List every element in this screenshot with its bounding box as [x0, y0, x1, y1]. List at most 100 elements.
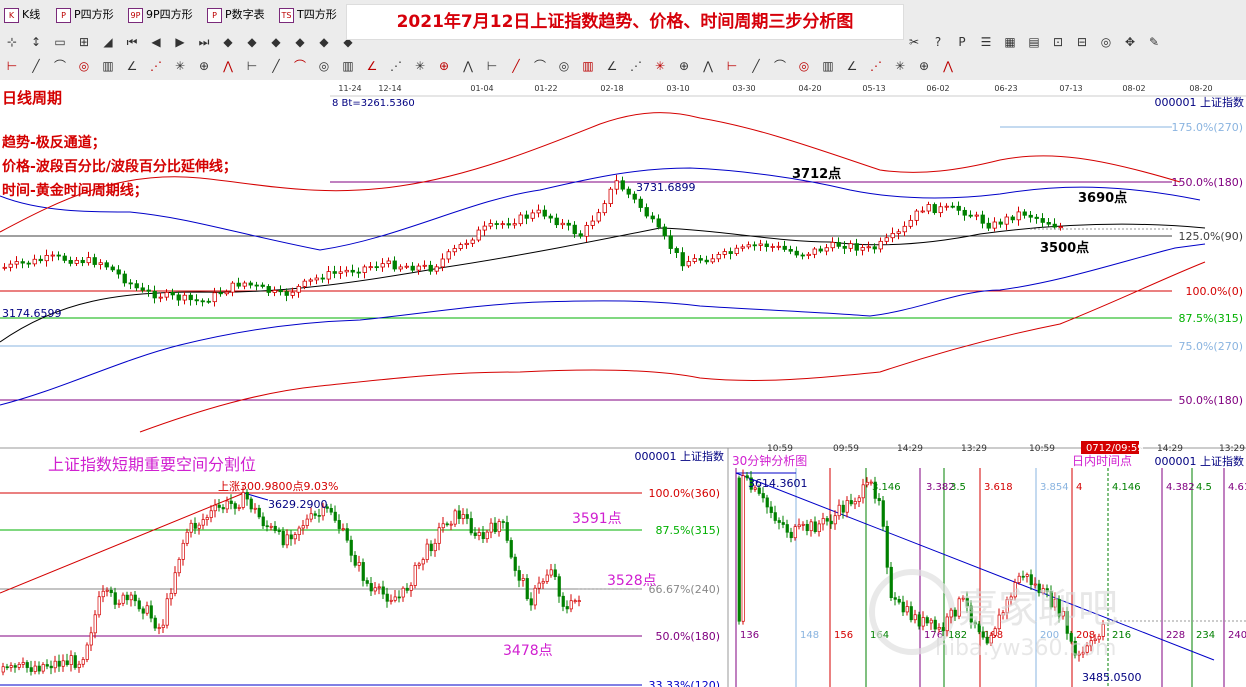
short-candle [497, 521, 501, 533]
draw-tool-icon[interactable]: ⌒ [772, 58, 788, 74]
tab-p-square[interactable]: P P四方形 [56, 6, 114, 24]
draw-tool-icon[interactable]: ✳ [412, 58, 428, 74]
draw-tool-icon[interactable]: ⊕ [196, 58, 212, 74]
draw-tool-icon[interactable]: ⋰ [388, 58, 404, 74]
nav-tool-icon[interactable]: ⊞ [76, 34, 92, 50]
draw-tool-icon[interactable]: ╱ [28, 58, 44, 74]
view-tool-icon[interactable]: ✥ [1122, 34, 1138, 50]
daily-candle [950, 205, 955, 208]
daily-candle [800, 254, 805, 257]
nav-tool-icon[interactable]: ◆ [316, 34, 332, 50]
daily-candle [410, 265, 415, 271]
draw-tool-icon[interactable]: ⋰ [628, 58, 644, 74]
draw-tool-icon[interactable]: ⋀ [220, 58, 236, 74]
view-tool-icon[interactable]: ▦ [1002, 34, 1018, 50]
draw-tool-icon[interactable]: ▥ [580, 58, 596, 74]
draw-tool-icon[interactable]: ⊕ [916, 58, 932, 74]
view-tool-icon[interactable]: ☰ [978, 34, 994, 50]
nav-tool-icon[interactable]: ◆ [244, 34, 260, 50]
nav-tool-icon[interactable]: ◀ [148, 34, 164, 50]
daily-candle [206, 300, 211, 303]
draw-tool-icon[interactable]: ⊢ [484, 58, 500, 74]
daily-candle [908, 219, 913, 227]
view-tool-icon[interactable]: ? [930, 34, 946, 50]
view-tool-icon[interactable]: ⊟ [1074, 34, 1090, 50]
view-tool-icon[interactable]: ⊡ [1050, 34, 1066, 50]
draw-tool-icon[interactable]: ▥ [100, 58, 116, 74]
draw-tool-icon[interactable]: ⋰ [148, 58, 164, 74]
draw-tool-icon[interactable]: ✳ [652, 58, 668, 74]
draw-tool-icon[interactable]: ◎ [796, 58, 812, 74]
draw-tool-icon[interactable]: ⋀ [700, 58, 716, 74]
draw-tool-icon[interactable]: ∠ [604, 58, 620, 74]
draw-tool-icon[interactable]: ⋀ [460, 58, 476, 74]
draw-tool-icon[interactable]: ⊢ [244, 58, 260, 74]
short-candle [549, 569, 553, 576]
draw-tool-icon[interactable]: ◎ [316, 58, 332, 74]
draw-tool-icon[interactable]: ⋰ [868, 58, 884, 74]
nav-tool-icon[interactable]: ⏭ [196, 34, 212, 50]
daily-candle [80, 259, 85, 264]
tab-kline[interactable]: K K线 [4, 6, 40, 24]
short-candle [357, 562, 361, 566]
draw-tool-icon[interactable]: ⊕ [436, 58, 452, 74]
nav-tool-icon[interactable]: ◢ [100, 34, 116, 50]
draw-tool-icon[interactable]: ⌒ [532, 58, 548, 74]
view-tool-icon[interactable]: ◎ [1098, 34, 1114, 50]
draw-tool-icon[interactable]: ∠ [124, 58, 140, 74]
draw-tool-icon[interactable]: ∠ [844, 58, 860, 74]
nav-tool-icon[interactable]: ◆ [268, 34, 284, 50]
nav-tool-icon[interactable]: ◆ [292, 34, 308, 50]
short-candle [409, 585, 413, 591]
daily-candle [1040, 218, 1045, 223]
nav-tool-icon[interactable]: ◆ [220, 34, 236, 50]
draw-tool-icon[interactable]: ⌒ [52, 58, 68, 74]
draw-tool-icon[interactable]: ╱ [508, 58, 524, 74]
view-tool-icon[interactable]: P [954, 34, 970, 50]
time-ratio-label: 3.5 [950, 482, 966, 493]
draw-tool-icon[interactable]: ⌒ [292, 58, 308, 74]
draw-tool-icon[interactable]: ▥ [340, 58, 356, 74]
nav-tool-icon[interactable]: ⏮ [124, 34, 140, 50]
nav-tool-icon[interactable]: ↕ [28, 34, 44, 50]
nav-tool-icon[interactable]: ▶ [172, 34, 188, 50]
daily-candle [1028, 214, 1033, 218]
time-count-label: 228 [1166, 630, 1185, 641]
draw-tool-icon[interactable]: ✳ [892, 58, 908, 74]
tab-p-number-table[interactable]: P P数字表 [207, 6, 265, 24]
daily-candle [350, 269, 355, 273]
short-candle [413, 565, 417, 586]
draw-tool-icon[interactable]: ∠ [364, 58, 380, 74]
draw-tool-icon[interactable]: ▥ [820, 58, 836, 74]
view-tool-icon[interactable]: ✂ [906, 34, 922, 50]
daily-candle [668, 235, 673, 249]
daily-candle [68, 260, 73, 264]
view-tool-icon[interactable]: ✎ [1146, 34, 1162, 50]
tab-t-square[interactable]: TS T四方形 [279, 6, 337, 24]
view-tool-icon[interactable]: ▤ [1026, 34, 1042, 50]
draw-tool-icon[interactable]: ╱ [268, 58, 284, 74]
nav-tool-icon[interactable]: ▭ [52, 34, 68, 50]
short-candle [177, 559, 181, 574]
tab-9p-square[interactable]: 9P 9P四方形 [128, 6, 193, 24]
draw-tool-icon[interactable]: ⊢ [724, 58, 740, 74]
draw-tool-icon[interactable]: ◎ [556, 58, 572, 74]
draw-tool-icon[interactable]: ✳ [172, 58, 188, 74]
draw-tool-icon[interactable]: ⊢ [4, 58, 20, 74]
daily-candle [998, 221, 1003, 225]
min30-candle [881, 500, 885, 527]
nav-tool-icon[interactable]: ⊹ [4, 34, 20, 50]
draw-tool-icon[interactable]: ╱ [748, 58, 764, 74]
date-tick-label: 05-13 [862, 84, 885, 93]
short-candle [121, 594, 125, 604]
draw-tool-icon[interactable]: ◎ [76, 58, 92, 74]
draw-tool-icon[interactable]: ⋀ [940, 58, 956, 74]
draw-tool-icon[interactable]: ⊕ [676, 58, 692, 74]
daily-candle [578, 233, 583, 237]
date-tick-label: 06-23 [994, 84, 1017, 93]
short-candle [113, 592, 117, 605]
short-candle [169, 593, 173, 600]
daily-candle [134, 283, 139, 289]
label-3712: 3712点 [792, 166, 841, 182]
short-high-annotation: 3629.2900 [268, 498, 328, 511]
